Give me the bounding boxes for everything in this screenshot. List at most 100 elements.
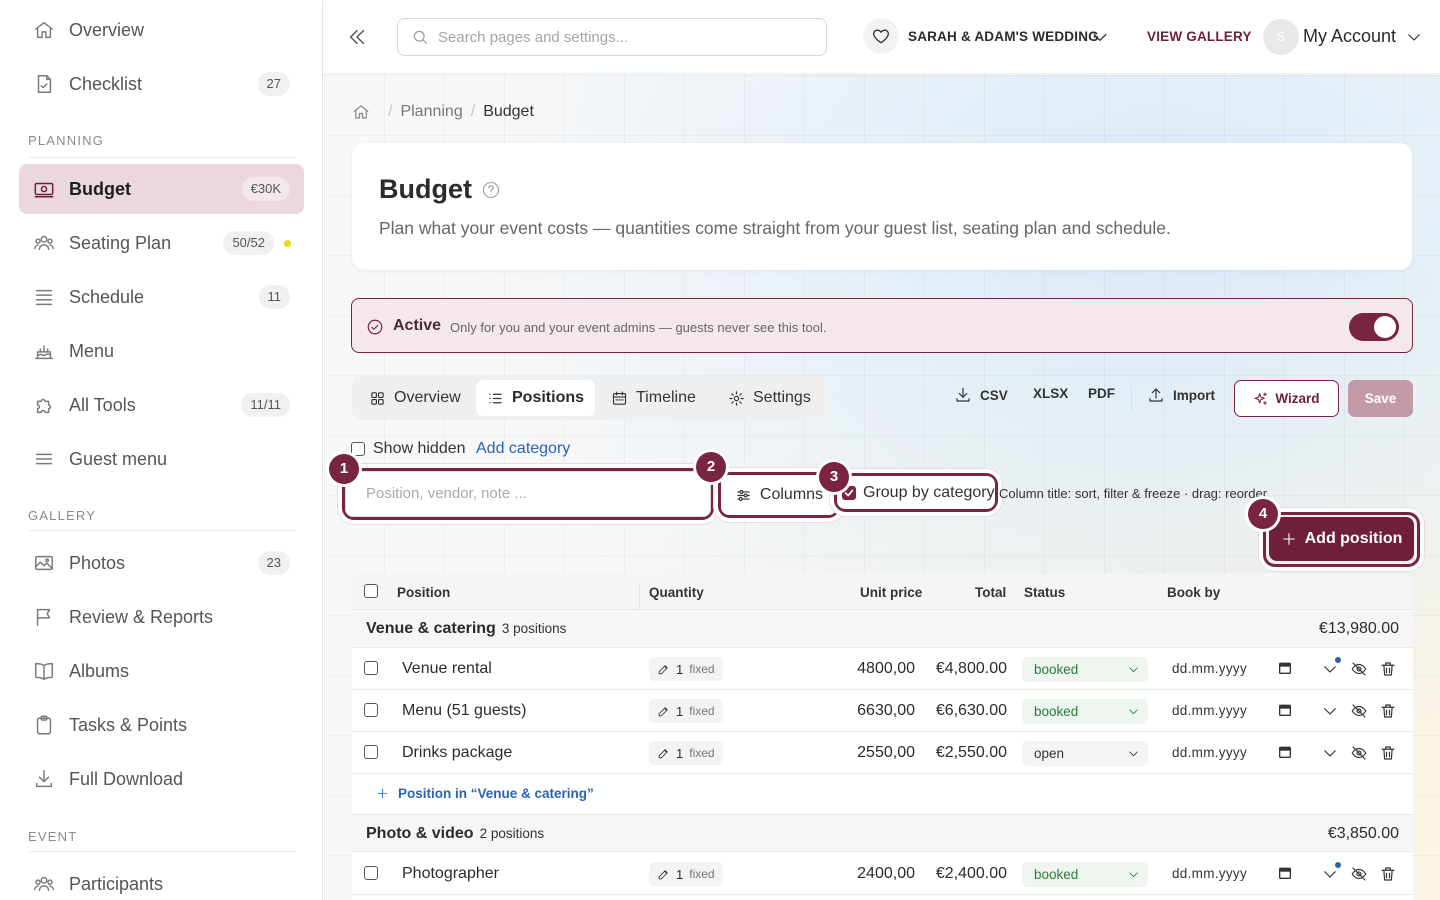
sidebar-item-full-download[interactable]: Full Download: [19, 754, 304, 804]
eye-off-icon[interactable]: [1350, 660, 1368, 678]
sidebar-item-schedule[interactable]: Schedule 11: [19, 272, 304, 322]
table-row[interactable]: Drinks package 1 fixed 2550,00 €2,550.00 …: [352, 732, 1413, 774]
calendar-icon[interactable]: [1277, 744, 1293, 760]
export-csv-button[interactable]: CSV: [954, 386, 1008, 404]
tab-settings[interactable]: Settings: [717, 380, 822, 416]
add-position-button[interactable]: Add position: [1269, 517, 1414, 561]
position-name[interactable]: Venue rental: [402, 660, 492, 678]
search-input[interactable]: [438, 28, 798, 46]
status-select[interactable]: booked: [1022, 862, 1148, 887]
column-header-status[interactable]: Status: [1024, 585, 1065, 600]
column-header-position[interactable]: Position: [397, 585, 450, 600]
table-row[interactable]: Menu (51 guests) 1 fixed 6630,00 €6,630.0…: [352, 690, 1413, 732]
tab-overview[interactable]: Overview: [358, 380, 472, 416]
tour-step-marker[interactable]: 4: [1248, 499, 1278, 529]
status-select[interactable]: booked: [1022, 657, 1148, 682]
status-select[interactable]: open: [1022, 741, 1148, 766]
eye-off-icon[interactable]: [1350, 702, 1368, 720]
tab-positions[interactable]: Positions: [476, 380, 596, 416]
tour-step-marker[interactable]: 1: [329, 454, 359, 484]
position-name[interactable]: Drinks package: [402, 744, 512, 762]
home-icon[interactable]: [352, 103, 370, 121]
status-select[interactable]: booked: [1022, 699, 1148, 724]
sidebar-item-all-tools[interactable]: All Tools 11/11: [19, 380, 304, 430]
category-row[interactable]: Venue & catering 3 positions €13,980.00: [352, 610, 1413, 648]
eye-off-icon[interactable]: [1350, 865, 1368, 883]
row-checkbox[interactable]: [364, 866, 378, 880]
export-pdf-button[interactable]: PDF: [1088, 386, 1115, 401]
unit-price[interactable]: 2400,00: [857, 865, 915, 883]
add-position-in-category-link[interactable]: Position in “Venue & catering”: [376, 786, 594, 801]
sidebar-item-checklist[interactable]: Checklist 27: [19, 59, 304, 109]
quantity-chip[interactable]: 1 fixed: [649, 657, 723, 681]
sidebar-item-photos[interactable]: Photos 23: [19, 538, 304, 588]
search-box[interactable]: [397, 18, 827, 56]
category-row[interactable]: Photo & video 2 positions €3,850.00: [352, 814, 1413, 852]
trash-icon[interactable]: [1379, 865, 1397, 883]
book-by-date[interactable]: dd.mm.yyyy: [1172, 703, 1247, 718]
unit-price[interactable]: 4800,00: [857, 660, 915, 678]
add-category-link[interactable]: Add category: [476, 440, 570, 458]
quantity-chip[interactable]: 1 fixed: [649, 862, 723, 886]
event-selector[interactable]: SARAH & ADAM'S WEDDING: [908, 29, 1099, 44]
sidebar-item-tasks-points[interactable]: Tasks & Points: [19, 700, 304, 750]
column-header-unit-price[interactable]: Unit price: [860, 585, 922, 600]
active-toggle[interactable]: [1349, 313, 1399, 341]
sidebar-item-participants[interactable]: Participants: [19, 859, 304, 900]
calendar-icon[interactable]: [1277, 865, 1293, 881]
heart-icon[interactable]: [863, 18, 899, 54]
wizard-button[interactable]: Wizard: [1234, 380, 1339, 417]
help-icon[interactable]: [481, 180, 501, 200]
row-checkbox[interactable]: [364, 745, 378, 759]
book-by-date[interactable]: dd.mm.yyyy: [1172, 866, 1247, 881]
view-gallery-link[interactable]: VIEW GALLERY: [1147, 29, 1252, 44]
sidebar-item-albums[interactable]: Albums: [19, 646, 304, 696]
position-name[interactable]: Photographer: [402, 865, 499, 883]
calendar-icon[interactable]: [1277, 660, 1293, 676]
trash-icon[interactable]: [1379, 702, 1397, 720]
eye-off-icon[interactable]: [1350, 744, 1368, 762]
export-xlsx-button[interactable]: XLSX: [1033, 386, 1068, 401]
unit-price[interactable]: 6630,00: [857, 702, 915, 720]
quantity-chip[interactable]: 1 fixed: [649, 741, 723, 765]
avatar[interactable]: S: [1263, 19, 1299, 55]
show-hidden-toggle[interactable]: Show hidden: [351, 440, 466, 458]
tour-step-marker[interactable]: 3: [819, 462, 849, 492]
table-row[interactable]: Photographer 1 fixed 2400,00 €2,400.00 bo…: [352, 853, 1413, 895]
group-by-category-toggle[interactable]: Group by category: [837, 476, 995, 509]
import-button[interactable]: Import: [1147, 386, 1215, 404]
column-header-book-by[interactable]: Book by: [1167, 585, 1220, 600]
row-checkbox[interactable]: [364, 661, 378, 675]
column-header-quantity[interactable]: Quantity: [649, 585, 704, 600]
sidebar-item-review-reports[interactable]: Review & Reports: [19, 592, 304, 642]
filter-input[interactable]: Position, vendor, note ...: [345, 471, 711, 517]
row-checkbox[interactable]: [364, 703, 378, 717]
sidebar-item-menu[interactable]: Menu: [19, 326, 304, 376]
expand-row-icon[interactable]: [1321, 702, 1339, 720]
save-button[interactable]: Save: [1348, 380, 1413, 417]
chevron-down-icon[interactable]: [1405, 28, 1423, 46]
book-by-date[interactable]: dd.mm.yyyy: [1172, 745, 1247, 760]
trash-icon[interactable]: [1379, 744, 1397, 762]
sidebar-item-budget[interactable]: Budget €30K: [19, 164, 304, 214]
book-by-date[interactable]: dd.mm.yyyy: [1172, 661, 1247, 676]
account-menu[interactable]: My Account: [1303, 26, 1396, 47]
position-name[interactable]: Menu (51 guests): [402, 702, 527, 720]
sidebar-item-guest-menu[interactable]: Guest menu: [19, 434, 304, 484]
tab-timeline[interactable]: Timeline: [600, 380, 707, 416]
breadcrumb-planning[interactable]: Planning: [400, 103, 462, 121]
quantity-chip[interactable]: 1 fixed: [649, 699, 723, 723]
table-row[interactable]: Venue rental 1 fixed 4800,00 €4,800.00 bo…: [352, 648, 1413, 690]
collapse-sidebar-icon[interactable]: [346, 26, 368, 48]
expand-row-icon[interactable]: [1321, 744, 1339, 762]
select-all-checkbox[interactable]: [364, 584, 378, 598]
column-header-total[interactable]: Total: [975, 585, 1006, 600]
trash-icon[interactable]: [1379, 660, 1397, 678]
chevron-down-icon[interactable]: [1090, 27, 1110, 47]
unit-price[interactable]: 2550,00: [857, 744, 915, 762]
sidebar-item-seating-plan[interactable]: Seating Plan 50/52: [19, 218, 304, 268]
show-hidden-checkbox[interactable]: [351, 442, 365, 456]
calendar-icon[interactable]: [1277, 702, 1293, 718]
sidebar-item-overview[interactable]: Overview: [19, 5, 304, 55]
tour-step-marker[interactable]: 2: [696, 452, 726, 482]
